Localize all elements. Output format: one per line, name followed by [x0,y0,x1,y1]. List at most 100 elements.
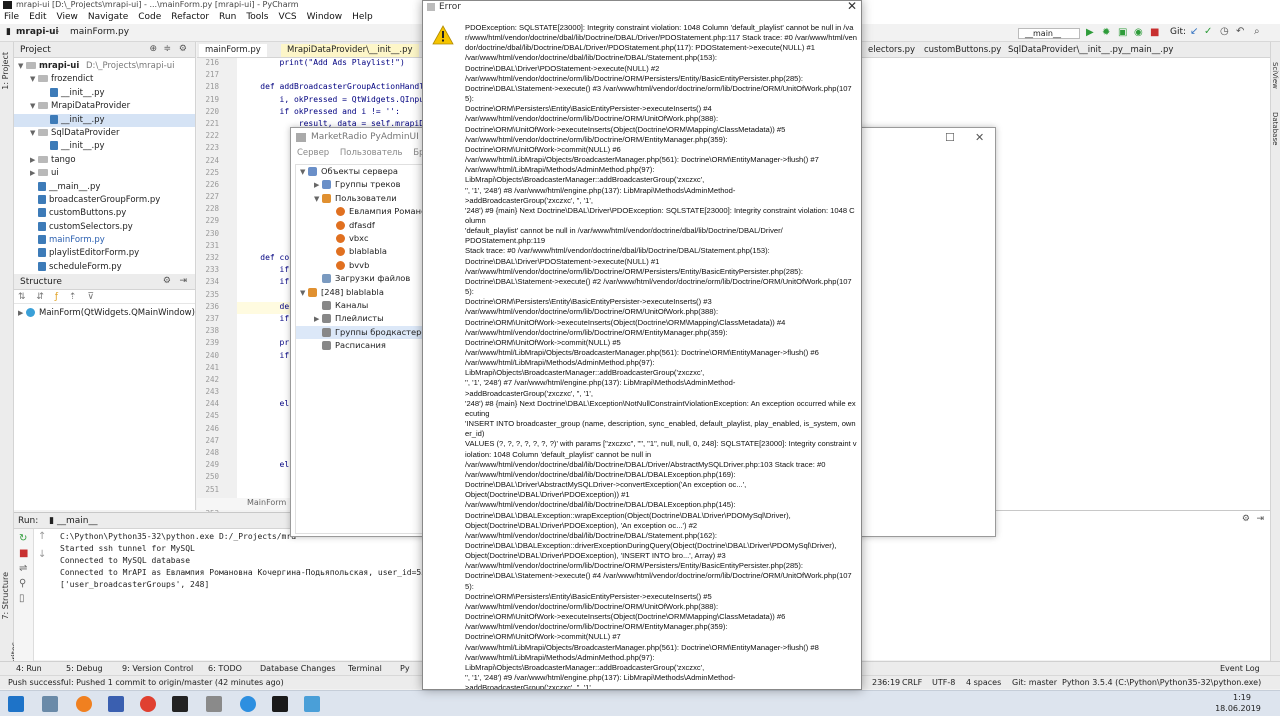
menu-help[interactable]: Help [352,12,373,22]
project-file[interactable]: scheduleForm.py [14,261,195,274]
project-panel-title[interactable]: Project [20,45,51,55]
project-file[interactable]: customSelectors.py [14,221,195,234]
structure-item[interactable]: ▶ MainForm(QtWidgets.QMainWindow) [14,307,195,320]
tab-event-log[interactable]: Event Log [1220,664,1260,673]
search-app-icon[interactable] [76,696,92,712]
tab-database-changes[interactable]: Database Changes [260,664,336,673]
server-tree-item[interactable]: ▶ Плейлисты [296,312,424,325]
project-file[interactable]: broadcasterGroupForm.py [14,194,195,207]
terminal-app-icon[interactable] [172,696,188,712]
sort-alpha-icon[interactable]: ⇵ [36,292,44,302]
server-tree-item[interactable]: ▼ Пользователи [296,192,424,205]
scroll-down-icon[interactable]: ↓ [38,549,46,560]
hide-icon[interactable]: ⇥ [179,276,187,286]
menu-file[interactable]: File [4,12,19,22]
menu-view[interactable]: View [57,12,78,22]
menu-refactor[interactable]: Refactor [171,12,209,22]
git-update-icon[interactable]: ↙ [1190,26,1198,37]
tab-todo[interactable]: 6: TODO [208,664,242,673]
trash-icon[interactable]: ▯ [19,593,28,604]
status-position[interactable]: 236:19 [872,678,900,687]
gear-icon[interactable]: ⚙ [1242,514,1250,524]
status-encoding[interactable]: UTF-8 [932,678,955,687]
tab-run[interactable]: 4: Run [16,664,42,673]
sort-icon[interactable]: ⇅ [18,292,26,302]
menu-user[interactable]: Пользователь [340,148,403,158]
project-root[interactable]: ▼ mrapi-ui D:\_Projects\mrapi-ui [14,60,195,73]
git-commit-icon[interactable]: ✓ [1204,26,1212,37]
settings-icon[interactable] [42,696,58,712]
structure-tool-tab[interactable]: 7: Structure [1,572,10,620]
stop-icon[interactable]: ■ [1150,27,1159,38]
project-file[interactable]: mainForm.py [14,234,195,247]
scroll-up-icon[interactable]: ↑ [38,531,46,542]
server-tree-item[interactable]: Евлампия Романова [296,205,436,218]
history-icon[interactable]: ◷ [1220,26,1229,37]
status-interpreter[interactable]: Python 3.5.4 (C:\Python\Python35-32\pyth… [1062,678,1261,687]
gear-icon[interactable]: ⚙ [179,44,187,54]
stop-icon[interactable]: ■ [19,548,28,559]
menu-navigate[interactable]: Navigate [88,12,128,22]
clock-date[interactable]: 18.06.2019 [1212,704,1264,713]
menu-tools[interactable]: Tools [246,12,268,22]
project-folder[interactable]: ▼ frozendict [14,73,195,86]
pycharm-taskbar-icon[interactable] [272,696,288,712]
collapse-icon[interactable]: ≑ [163,44,171,54]
project-folder[interactable]: ▶ tango [14,154,195,167]
editor-tab[interactable]: SqlDataProvider\__init__.py [1002,44,1129,57]
server-tree-item[interactable]: bvvb [296,259,424,272]
breadcrumb-project[interactable]: mrapi-ui [16,27,59,37]
editor-tab[interactable]: customButtons.py [918,44,1007,57]
project-folder[interactable]: ▼ MrapiDataProvider [14,100,195,113]
inherited-icon[interactable]: ⇡ [69,292,77,302]
status-indent[interactable]: 4 spaces [966,678,1001,687]
server-tree-item[interactable]: Расписания [296,339,424,352]
debug-icon[interactable]: ✹ [1102,27,1110,38]
coverage-icon[interactable]: ▣ [1118,27,1127,38]
search-icon[interactable]: ⌕ [1254,26,1260,37]
filter-icon[interactable]: ⊽ [87,292,94,302]
server-tree-item[interactable]: blablabla [296,245,424,258]
tab-mrapidataprovider[interactable]: MrapiDataProvider\__init__.py [281,44,419,57]
locate-icon[interactable]: ⊕ [149,44,157,54]
status-line-separator[interactable]: CRLF [902,678,922,687]
server-tree-item[interactable]: vbxc [296,232,424,245]
menu-server[interactable]: Сервер [297,148,329,158]
tab-python-console[interactable]: Py [400,664,410,673]
menu-vcs[interactable]: VCS [278,12,296,22]
pin-icon[interactable]: ⚲ [19,578,28,589]
skype-icon[interactable] [240,696,256,712]
field-filter-icon[interactable]: ƒ [55,292,58,302]
project-file[interactable]: customButtons.py [14,207,195,220]
server-tree-item[interactable]: Загрузки файлов [296,272,424,285]
hide-icon[interactable]: ⇥ [1256,514,1264,524]
tab-mainform[interactable]: mainForm.py [199,44,267,57]
run-config-tab[interactable]: __main__ [57,516,98,526]
close-icon[interactable]: ✕ [975,131,984,144]
wrap-icon[interactable]: ⇌ [19,563,28,574]
server-tree-item[interactable]: Группы бродкастеров [296,325,431,340]
menu-window[interactable]: Window [307,12,343,22]
save-app-icon[interactable] [108,696,124,712]
menu-edit[interactable]: Edit [29,12,46,22]
chrome-icon[interactable] [140,696,156,712]
gear-icon[interactable]: ⚙ [163,276,171,286]
project-folder[interactable]: ▼ SqlDataProvider [14,127,195,140]
files-app-icon[interactable] [206,696,222,712]
server-tree-item[interactable]: ▼ Объекты сервера [296,165,424,178]
project-file[interactable]: __init__.py [14,87,195,100]
server-tree-item[interactable]: ▼ [248] blablabla [296,286,424,299]
project-folder[interactable]: ▶ ui [14,167,195,180]
run-icon[interactable]: ▶ [1086,27,1094,38]
rerun-icon[interactable]: ↻ [19,533,28,544]
project-file[interactable]: __main__.py [14,181,195,194]
app-window-icon[interactable] [304,696,320,712]
server-tree-item[interactable]: dfasdf [296,219,424,232]
project-tool-tab[interactable]: 1: Project [1,52,10,90]
project-file[interactable]: __init__.py [14,113,195,127]
editor-tab[interactable]: __main__.py [1116,44,1179,57]
database-tool-tab[interactable]: Database [1271,112,1279,145]
server-tree-item[interactable]: Каналы [296,299,424,312]
run-config-select[interactable]: __main__ [1018,28,1080,39]
clock-time[interactable]: 1:19 [1220,693,1264,702]
